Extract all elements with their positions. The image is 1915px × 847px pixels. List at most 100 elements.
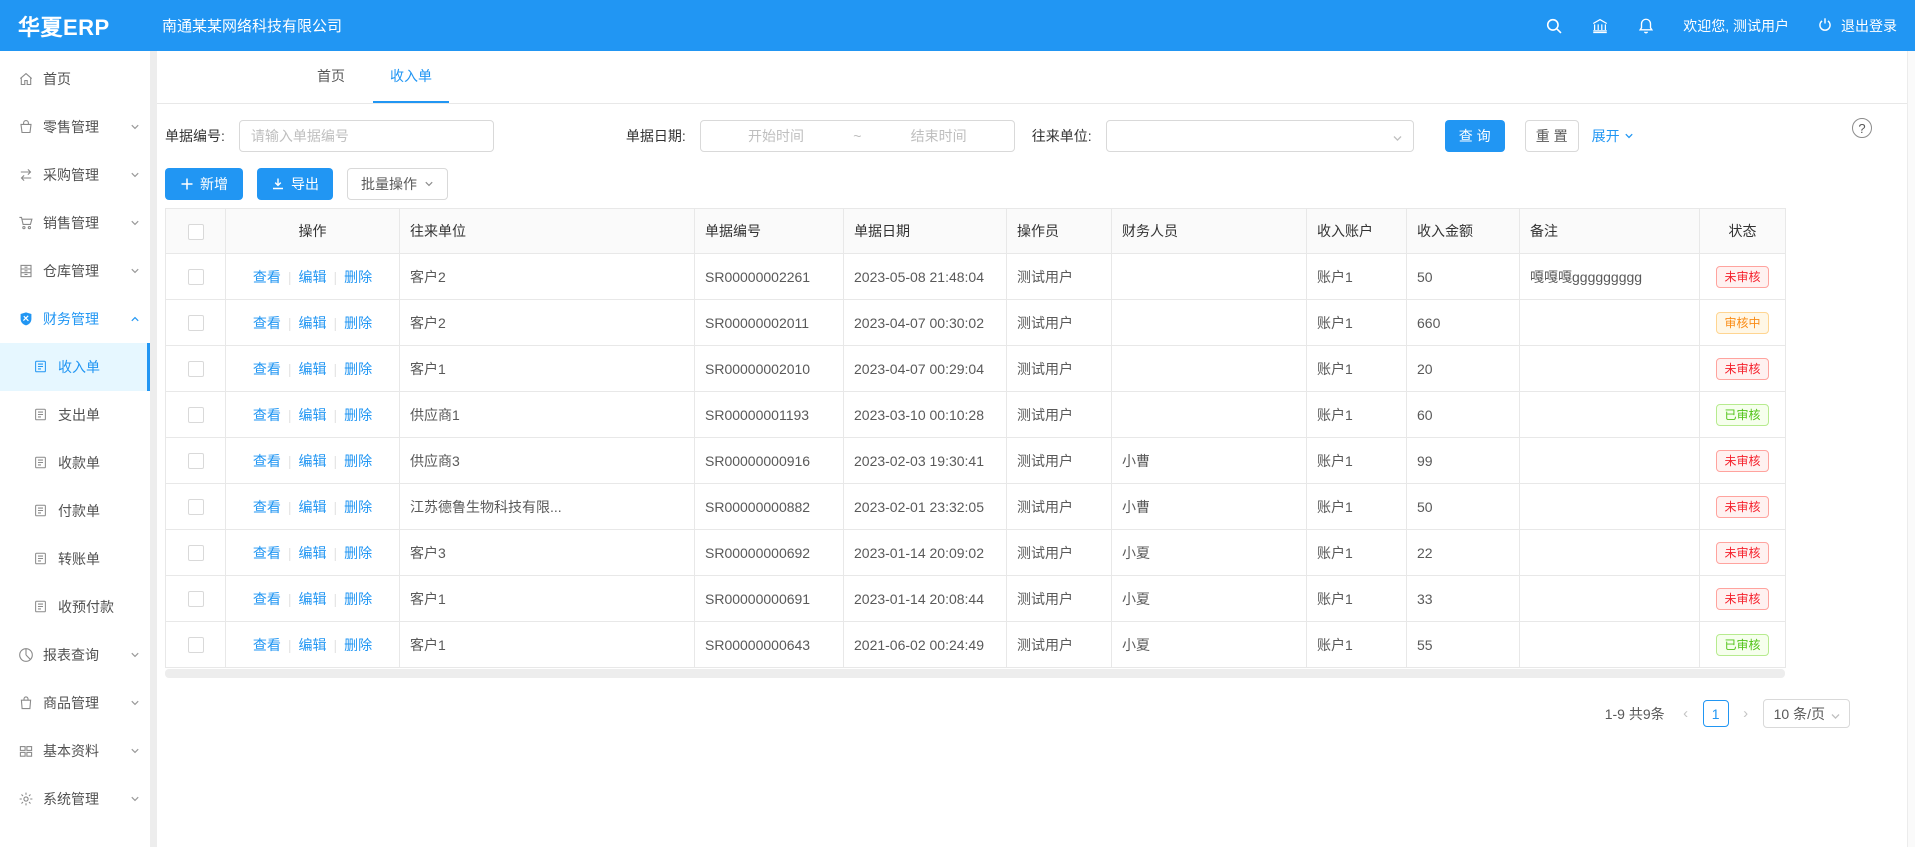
pagination-summary: 1-9 共9条 <box>1605 704 1665 724</box>
batch-operations-button[interactable]: 批量操作 <box>347 168 448 200</box>
page-number-1[interactable]: 1 <box>1703 700 1729 727</box>
tab-home[interactable]: 首页 <box>300 51 362 103</box>
tab-income-bill[interactable]: 收入单 <box>373 51 449 103</box>
next-page-button[interactable]: › <box>1737 705 1755 722</box>
cell-bill-no: SR00000000882 <box>695 484 844 530</box>
sidebar-item-收入单[interactable]: 收入单 <box>0 343 150 391</box>
edit-link[interactable]: 编辑 <box>299 361 327 377</box>
view-link[interactable]: 查看 <box>253 453 281 469</box>
horizontal-scrollbar[interactable] <box>165 669 1785 678</box>
cell-income-amount: 99 <box>1407 438 1520 484</box>
sidebar-item-支出单[interactable]: 支出单 <box>0 391 150 439</box>
edit-link[interactable]: 编辑 <box>299 637 327 653</box>
edit-link[interactable]: 编辑 <box>299 407 327 423</box>
view-link[interactable]: 查看 <box>253 591 281 607</box>
action-separator: | <box>288 407 292 423</box>
cell-finance-staff: 小曹 <box>1112 484 1307 530</box>
cell-bill-no: SR00000000692 <box>695 530 844 576</box>
delete-link[interactable]: 删除 <box>344 269 372 285</box>
reset-button[interactable]: 重 置 <box>1525 120 1579 152</box>
date-range-picker[interactable]: 开始时间 ~ 结束时间 <box>700 120 1015 152</box>
sidebar-item-商品管理[interactable]: 商品管理 <box>0 679 150 727</box>
row-checkbox[interactable] <box>188 361 204 377</box>
cell-income-amount: 22 <box>1407 530 1520 576</box>
purchase-icon <box>18 167 34 183</box>
delete-link[interactable]: 删除 <box>344 499 372 515</box>
sidebar-item-首页[interactable]: 首页 <box>0 55 150 103</box>
row-checkbox[interactable] <box>188 545 204 561</box>
sidebar-item-收预付款[interactable]: 收预付款 <box>0 583 150 631</box>
add-button[interactable]: 新增 <box>165 168 243 200</box>
view-link[interactable]: 查看 <box>253 315 281 331</box>
sidebar-item-转账单[interactable]: 转账单 <box>0 535 150 583</box>
warehouse-icon <box>18 263 34 279</box>
bell-icon[interactable] <box>1637 17 1655 35</box>
search-button[interactable]: 查 询 <box>1445 120 1505 152</box>
sidebar-item-基本资料[interactable]: 基本资料 <box>0 727 150 775</box>
row-checkbox[interactable] <box>188 591 204 607</box>
edit-link[interactable]: 编辑 <box>299 453 327 469</box>
delete-link[interactable]: 删除 <box>344 637 372 653</box>
delete-link[interactable]: 删除 <box>344 591 372 607</box>
edit-link[interactable]: 编辑 <box>299 499 327 515</box>
select-all-checkbox[interactable] <box>188 224 204 240</box>
goods-icon <box>18 695 34 711</box>
cell-operator: 测试用户 <box>1007 622 1112 668</box>
delete-link[interactable]: 删除 <box>344 407 372 423</box>
sidebar-item-收款单[interactable]: 收款单 <box>0 439 150 487</box>
delete-link[interactable]: 删除 <box>344 315 372 331</box>
edit-link[interactable]: 编辑 <box>299 591 327 607</box>
delete-link[interactable]: 删除 <box>344 453 372 469</box>
cell-income-account: 账户1 <box>1307 438 1407 484</box>
view-link[interactable]: 查看 <box>253 545 281 561</box>
sidebar-item-报表查询[interactable]: 报表查询 <box>0 631 150 679</box>
table-body: 查看|编辑|删除客户2SR000000022612023-05-08 21:48… <box>166 254 1786 668</box>
partner-select[interactable] <box>1106 120 1414 152</box>
page-size-select[interactable]: 10 条/页 <box>1763 699 1850 728</box>
cell-bill-date: 2023-04-07 00:30:02 <box>844 300 1007 346</box>
cell-income-account: 账户1 <box>1307 346 1407 392</box>
edit-link[interactable]: 编辑 <box>299 315 327 331</box>
edit-link[interactable]: 编辑 <box>299 545 327 561</box>
sidebar-item-财务管理[interactable]: 财务管理 <box>0 295 150 343</box>
income-bill-table: 操作 往来单位 单据编号 单据日期 操作员 财务人员 收入账户 收入金额 备注 … <box>165 208 1785 668</box>
bank-icon[interactable] <box>1591 17 1609 35</box>
sidebar-item-系统管理[interactable]: 系统管理 <box>0 775 150 823</box>
col-income-account: 收入账户 <box>1307 209 1407 254</box>
row-checkbox[interactable] <box>188 637 204 653</box>
help-icon[interactable]: ? <box>1852 118 1872 138</box>
cell-operator: 测试用户 <box>1007 530 1112 576</box>
delete-link[interactable]: 删除 <box>344 361 372 377</box>
sidebar-item-仓库管理[interactable]: 仓库管理 <box>0 247 150 295</box>
view-link[interactable]: 查看 <box>253 637 281 653</box>
view-link[interactable]: 查看 <box>253 499 281 515</box>
row-checkbox[interactable] <box>188 407 204 423</box>
edit-link[interactable]: 编辑 <box>299 269 327 285</box>
vertical-scrollbar[interactable] <box>1907 51 1915 847</box>
row-checkbox[interactable] <box>188 453 204 469</box>
prev-page-button[interactable]: ‹ <box>1677 705 1695 722</box>
cell-operator: 测试用户 <box>1007 484 1112 530</box>
action-separator: | <box>334 407 338 423</box>
logout-button[interactable]: 退出登录 <box>1817 16 1897 36</box>
view-link[interactable]: 查看 <box>253 361 281 377</box>
sidebar-item-付款单[interactable]: 付款单 <box>0 487 150 535</box>
table-header-row: 操作 往来单位 单据编号 单据日期 操作员 财务人员 收入账户 收入金额 备注 … <box>166 209 1786 254</box>
bill-no-input[interactable] <box>240 128 493 144</box>
search-icon[interactable] <box>1545 17 1563 35</box>
row-checkbox[interactable] <box>188 269 204 285</box>
sidebar-item-销售管理[interactable]: 销售管理 <box>0 199 150 247</box>
sidebar-item-采购管理[interactable]: 采购管理 <box>0 151 150 199</box>
delete-link[interactable]: 删除 <box>344 545 372 561</box>
row-checkbox[interactable] <box>188 315 204 331</box>
row-checkbox[interactable] <box>188 499 204 515</box>
home-icon <box>18 71 34 87</box>
tabbar: 首页 收入单 <box>157 51 1907 104</box>
col-remark: 备注 <box>1520 209 1700 254</box>
export-button[interactable]: 导出 <box>257 168 333 200</box>
expand-link[interactable]: 展开 <box>1592 126 1634 146</box>
view-link[interactable]: 查看 <box>253 407 281 423</box>
sidebar-item-零售管理[interactable]: 零售管理 <box>0 103 150 151</box>
cell-remark <box>1520 392 1700 438</box>
view-link[interactable]: 查看 <box>253 269 281 285</box>
